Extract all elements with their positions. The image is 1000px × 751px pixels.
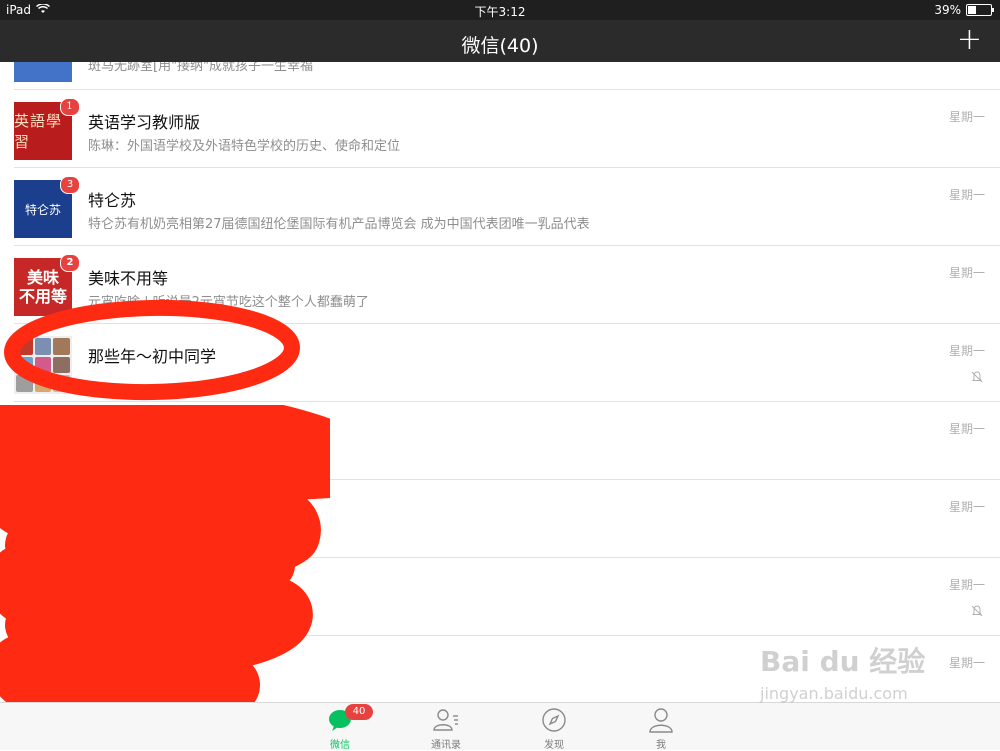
compass-icon <box>541 707 567 733</box>
chat-preview: 特仑苏有机奶亮相第27届德国纽伦堡国际有机产品博览会 成为中国代表团唯一乳品代表 <box>88 217 590 232</box>
status-time: 下午3:12 <box>474 5 526 19</box>
battery-level <box>968 6 976 14</box>
avatar-text: 英語學習 <box>14 112 63 151</box>
add-button[interactable]: + <box>957 25 982 55</box>
chat-row[interactable]: 星期一 <box>0 558 1000 636</box>
chat-date: 星期一 <box>948 266 985 280</box>
unread-badge: 2 <box>60 254 80 272</box>
tab-me[interactable]: 我 <box>631 707 691 751</box>
avatar: 特仑苏 3 <box>14 176 80 238</box>
chat-row[interactable]: 斑马无跡室[用"接纳"成就孩子一生幸福 <box>0 62 1000 90</box>
chat-date: 星期一 <box>948 344 985 358</box>
status-bar: iPad 下午3:12 39% <box>0 0 1000 20</box>
watermark-url: jingyan.baidu.com <box>760 684 908 703</box>
avatar-text: 特仑苏 <box>24 202 61 217</box>
tab-badge: 40 <box>345 704 373 720</box>
tab-wechat[interactable]: 40 微信 <box>310 704 373 751</box>
tab-label: 通讯录 <box>431 740 461 751</box>
muted-bell-icon <box>970 604 984 621</box>
chat-date: 星期一 <box>948 656 985 670</box>
chat-date: 星期一 <box>948 422 985 436</box>
unread-badge: 1 <box>60 98 80 116</box>
page-title: 微信(40) <box>461 35 539 57</box>
chat-row[interactable]: 英語學習 1 英语学习教师版 陈琳：外国语学校及外语特色学校的历史、使命和定位 … <box>0 90 1000 168</box>
nav-bar: 微信(40) + <box>0 20 1000 62</box>
chat-preview: 陈琳：外国语学校及外语特色学校的历史、使命和定位 <box>88 139 401 154</box>
chat-row[interactable]: 星期一 <box>0 480 1000 558</box>
chat-row[interactable]: 特仑苏 3 特仑苏 特仑苏有机奶亮相第27届德国纽伦堡国际有机产品博览会 成为中… <box>0 168 1000 246</box>
unread-badge: 3 <box>60 176 80 194</box>
battery-icon <box>966 4 994 16</box>
baidu-watermark: Bai du 经验 jingyan.baidu.com <box>760 640 925 703</box>
chat-icon: 40 <box>327 704 373 733</box>
tab-bar: 40 微信 通讯录 发现 我 <box>0 702 1000 751</box>
contacts-icon <box>433 707 459 733</box>
avatar: 英語學習 1 <box>14 98 80 160</box>
chat-date: 星期一 <box>948 188 985 202</box>
chat-date: 星期一 <box>948 500 985 514</box>
tab-contacts[interactable]: 通讯录 <box>416 707 476 751</box>
avatar <box>14 62 72 82</box>
tab-label: 发现 <box>544 740 564 751</box>
chat-date: 星期一 <box>948 578 985 592</box>
tab-label: 我 <box>656 740 666 751</box>
person-icon <box>648 707 674 733</box>
watermark-brand: Bai du 经验 <box>760 645 926 678</box>
chat-preview: 斑马无跡室[用"接纳"成就孩子一生幸福 <box>88 62 314 74</box>
battery-percent: 39% <box>934 3 961 17</box>
tab-discover[interactable]: 发现 <box>524 707 584 751</box>
muted-bell-icon <box>970 370 984 387</box>
tab-label: 微信 <box>330 740 350 751</box>
chat-name: 英语学习教师版 <box>88 113 201 132</box>
chat-name: 美味不用等 <box>88 269 169 288</box>
chat-name: 特仑苏 <box>88 191 137 210</box>
chat-date: 星期一 <box>948 110 985 124</box>
chat-row[interactable]: 星期一 <box>0 402 1000 480</box>
highlight-circle <box>4 299 300 401</box>
avatar-text-line1: 美味 <box>26 268 59 287</box>
